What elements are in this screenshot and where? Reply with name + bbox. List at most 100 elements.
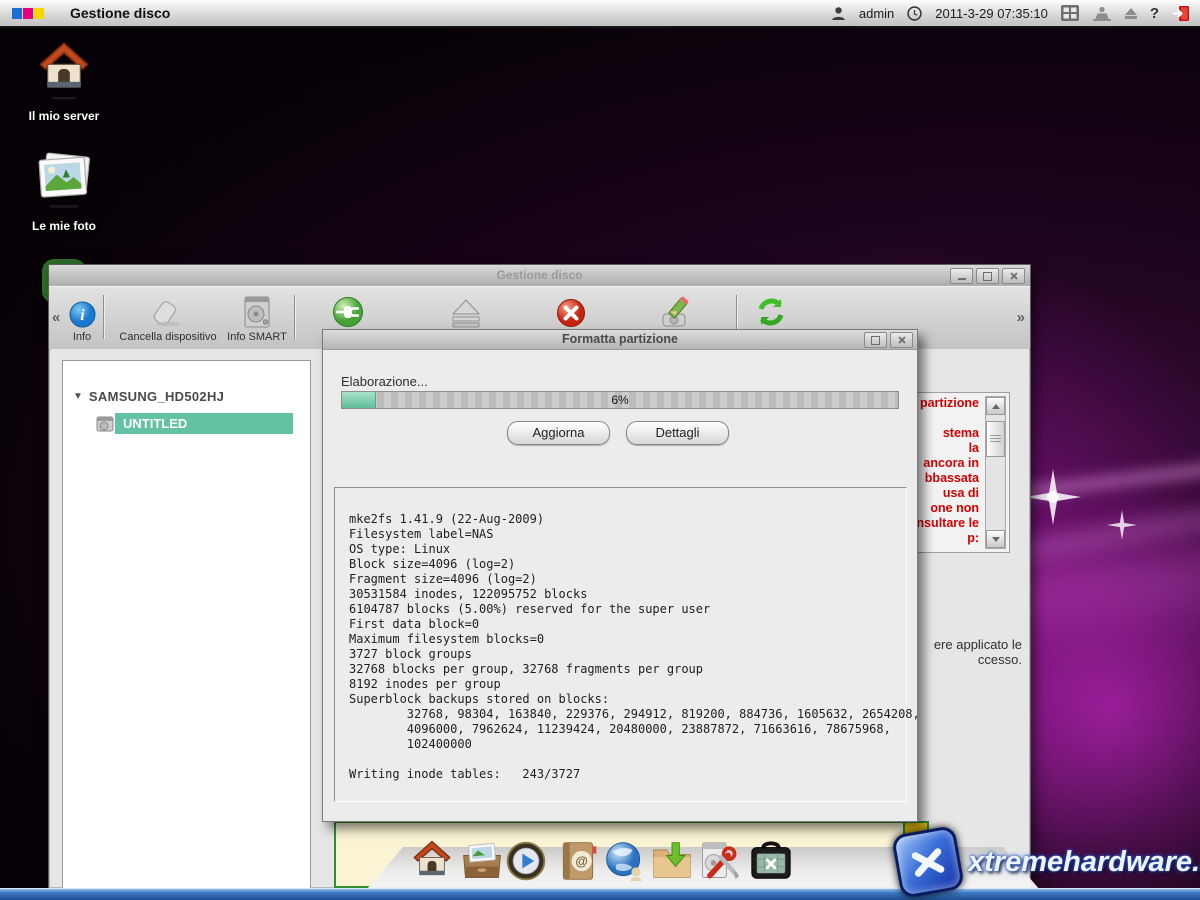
dock-item-browser[interactable] [603,838,647,884]
window-title: Gestione disco [49,268,1030,282]
dock-item-toolbox[interactable] [748,838,792,884]
dialog-titlebar[interactable]: Formatta partizione [323,330,917,350]
close-icon [1010,272,1018,280]
plug-icon [332,296,364,328]
edit-pencil-icon [660,296,694,328]
user-icon [831,6,846,21]
browser-globe-icon [603,838,647,884]
info-icon: i [69,301,96,328]
dock-item-contacts[interactable]: @ [556,838,600,884]
toolbar-button-edit[interactable] [640,292,714,331]
clock-icon [907,6,922,21]
warning-line: stema [916,426,979,441]
console-output: mke2fs 1.41.9 (22-Aug-2009) Filesystem l… [335,488,906,782]
eraser-icon [151,298,185,328]
arrow-down-icon [992,537,1000,542]
format-console-box: mke2fs 1.41.9 (22-Aug-2009) Filesystem l… [334,487,907,802]
help-icon[interactable]: ? [1150,5,1159,22]
home-icon [36,38,92,100]
scrollbar[interactable] [985,396,1006,549]
refresh-icon [755,296,787,328]
dock-item-home[interactable] [410,838,454,884]
device-tree-panel: ▼ SAMSUNG_HD502HJ UNTITLED [62,360,311,889]
window-switcher-icon[interactable] [1061,5,1079,21]
dialog-title: Formatta partizione [323,332,917,346]
partition-label-selected: UNTITLED [115,413,293,434]
sparkle-star [1025,469,1081,525]
warning-line: p: [916,531,979,546]
progress-status-label: Elaborazione... [341,374,428,389]
warning-text: partizione stema la ancora in bbassata u… [916,396,979,546]
warning-line: one non [916,501,979,516]
minimize-icon [958,278,966,280]
tree-disk-label: SAMSUNG_HD502HJ [89,389,224,404]
toolbar-button-erase-device[interactable]: Cancella dispositivo [107,292,229,343]
scrollbar-thumb[interactable] [986,421,1005,457]
scroll-up-button[interactable] [986,397,1005,415]
desktop-item-photos[interactable]: Le mie foto [12,148,116,233]
refresh-button[interactable]: Aggiorna [507,421,610,445]
warning-line: partizione [916,396,979,411]
toolbar-scroll-right[interactable]: » [1017,309,1025,326]
svg-text:@: @ [575,854,588,869]
close-button[interactable] [1002,268,1025,284]
tree-item-disk[interactable]: ▼ SAMSUNG_HD502HJ [73,389,224,404]
toolbar-button-eject[interactable] [429,292,503,331]
toolbar-button-info[interactable]: i Info [59,292,105,343]
contacts-icon: @ [556,838,600,884]
desktop-item-label: Le mie foto [12,219,116,233]
download-folder-icon [650,838,694,884]
details-button[interactable]: Dettagli [626,421,729,445]
hdd-icon [243,296,271,328]
dock-item-disk-utility[interactable] [697,838,741,884]
warning-line: nsultare le [916,516,979,531]
close-icon [898,336,906,344]
minimize-button[interactable] [950,268,973,284]
format-partition-dialog: Formatta partizione Elaborazione... 6% A… [322,329,918,822]
dock-item-media-player[interactable] [504,838,548,884]
progress-percent-label: 6% [342,393,898,407]
menubar-app-title: Gestione disco [70,5,170,21]
toolbar-button-delete[interactable] [534,292,608,331]
dialog-close-button[interactable] [890,332,913,348]
dialog-maximize-button[interactable] [864,332,887,348]
disk-utility-icon [697,838,741,884]
tree-item-partition[interactable]: UNTITLED [95,413,293,434]
top-menubar: Gestione disco admin 2011-3-29 07:35:10 … [0,0,1200,28]
format-progress-bar: 6% [341,391,899,409]
maximize-icon [983,272,992,281]
maximize-icon [871,336,880,345]
eject-icon [449,298,483,328]
watermark-text: xtremehardware.it [968,846,1200,879]
svg-text:i: i [80,307,85,324]
warning-line: usa di [916,486,979,501]
dock-item-download[interactable] [650,838,694,884]
photos-icon [460,838,504,884]
arrow-up-icon [992,404,1000,409]
maximize-button[interactable] [976,268,999,284]
window-titlebar[interactable]: Gestione disco [49,265,1030,287]
warning-line [916,411,979,426]
brand-logo-icon [12,8,44,19]
warning-line: bbassata [916,471,979,486]
datetime-label: 2011-3-29 07:35:10 [935,6,1048,21]
delete-x-icon [556,298,586,328]
warning-line: la [916,441,979,456]
watermark-logo-icon [891,825,965,899]
sparkle-star [1107,510,1137,540]
eject-icon[interactable] [1125,8,1137,19]
username-label[interactable]: admin [859,6,894,21]
console-icon[interactable] [1092,6,1112,21]
tree-expand-icon[interactable]: ▼ [73,391,83,402]
partition-icon [95,415,115,433]
desktop: Gestione disco admin 2011-3-29 07:35:10 … [0,0,1200,900]
home-icon [410,838,454,884]
desktop-item-label: Il mio server [12,109,116,123]
toolbar-button-refresh[interactable] [734,292,808,331]
desktop-item-server[interactable]: Il mio server [12,38,116,123]
photos-icon [33,148,95,210]
dock-item-photos[interactable] [460,838,504,884]
logout-icon[interactable] [1172,5,1190,22]
toolbar-button-smart-info[interactable]: Info SMART [217,292,297,343]
scroll-down-button[interactable] [986,530,1005,548]
